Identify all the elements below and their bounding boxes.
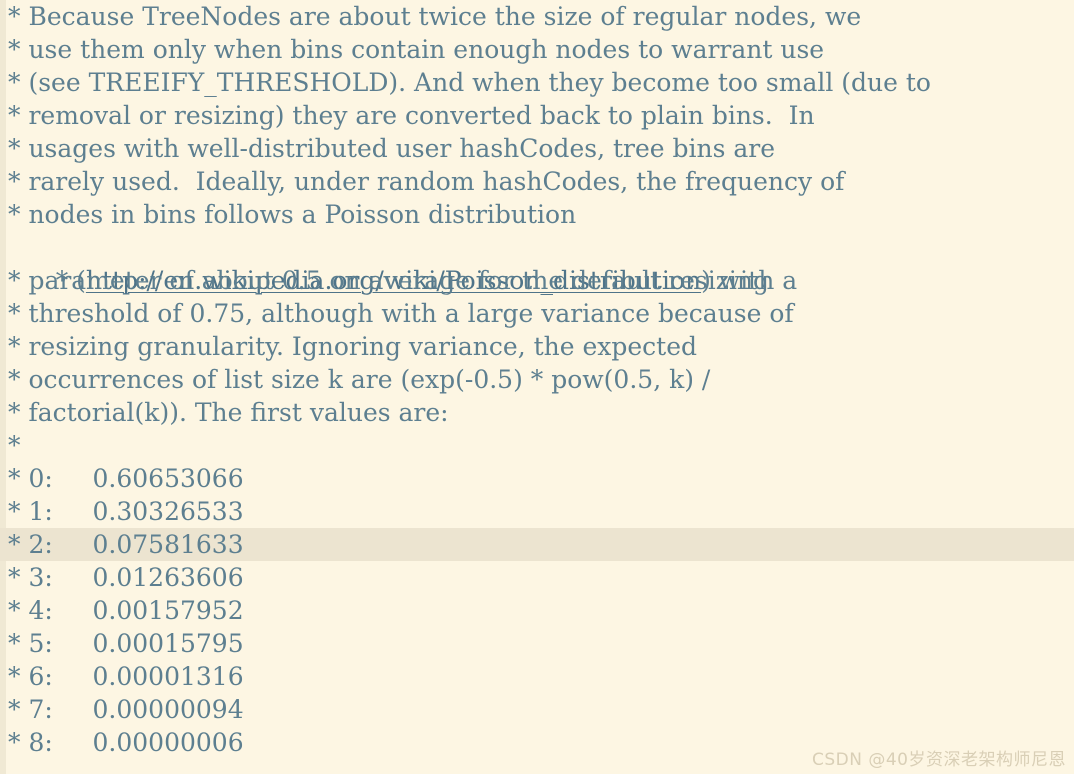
code-line[interactable]: * (see TREEIFY_THRESHOLD). And when they… (0, 66, 1074, 99)
code-line[interactable]: * parameter of about 0.5 on average for … (0, 264, 1074, 297)
poisson-table-row[interactable]: * 7: 0.00000094 (0, 693, 1074, 726)
code-line[interactable]: * resizing granularity. Ignoring varianc… (0, 330, 1074, 363)
poisson-table-row[interactable]: * 6: 0.00001316 (0, 660, 1074, 693)
code-line[interactable]: * occurrences of list size k are (exp(-0… (0, 363, 1074, 396)
poisson-table-row[interactable]: * 4: 0.00157952 (0, 594, 1074, 627)
code-editor-viewport: * Because TreeNodes are about twice the … (0, 0, 1074, 774)
poisson-table-row[interactable]: * 1: 0.30326533 (0, 495, 1074, 528)
poisson-table-row[interactable]: * 3: 0.01263606 (0, 561, 1074, 594)
poisson-table-row[interactable]: * 0: 0.60653066 (0, 462, 1074, 495)
code-line[interactable]: * threshold of 0.75, although with a lar… (0, 297, 1074, 330)
code-line[interactable]: * removal or resizing) they are converte… (0, 99, 1074, 132)
code-line[interactable]: * use them only when bins contain enough… (0, 33, 1074, 66)
code-line[interactable]: * nodes in bins follows a Poisson distri… (0, 198, 1074, 231)
code-line[interactable]: * Because TreeNodes are about twice the … (0, 0, 1074, 33)
code-content-area[interactable]: * Because TreeNodes are about twice the … (0, 0, 1074, 774)
code-line[interactable]: * usages with well-distributed user hash… (0, 132, 1074, 165)
code-line-with-link[interactable]: * (http://en.wikipedia.org/wiki/Poisson_… (0, 231, 1074, 295)
poisson-table-row-current[interactable]: * 2: 0.07581633 (0, 528, 1074, 561)
csdn-watermark: CSDN @40岁资深老架构师尼恩 (811, 750, 1066, 770)
poisson-table-row[interactable]: * 5: 0.00015795 (0, 627, 1074, 660)
code-line[interactable]: * factorial(k)). The first values are: (0, 396, 1074, 429)
code-line-empty[interactable]: * (0, 429, 1074, 462)
code-line[interactable]: * rarely used. Ideally, under random has… (0, 165, 1074, 198)
